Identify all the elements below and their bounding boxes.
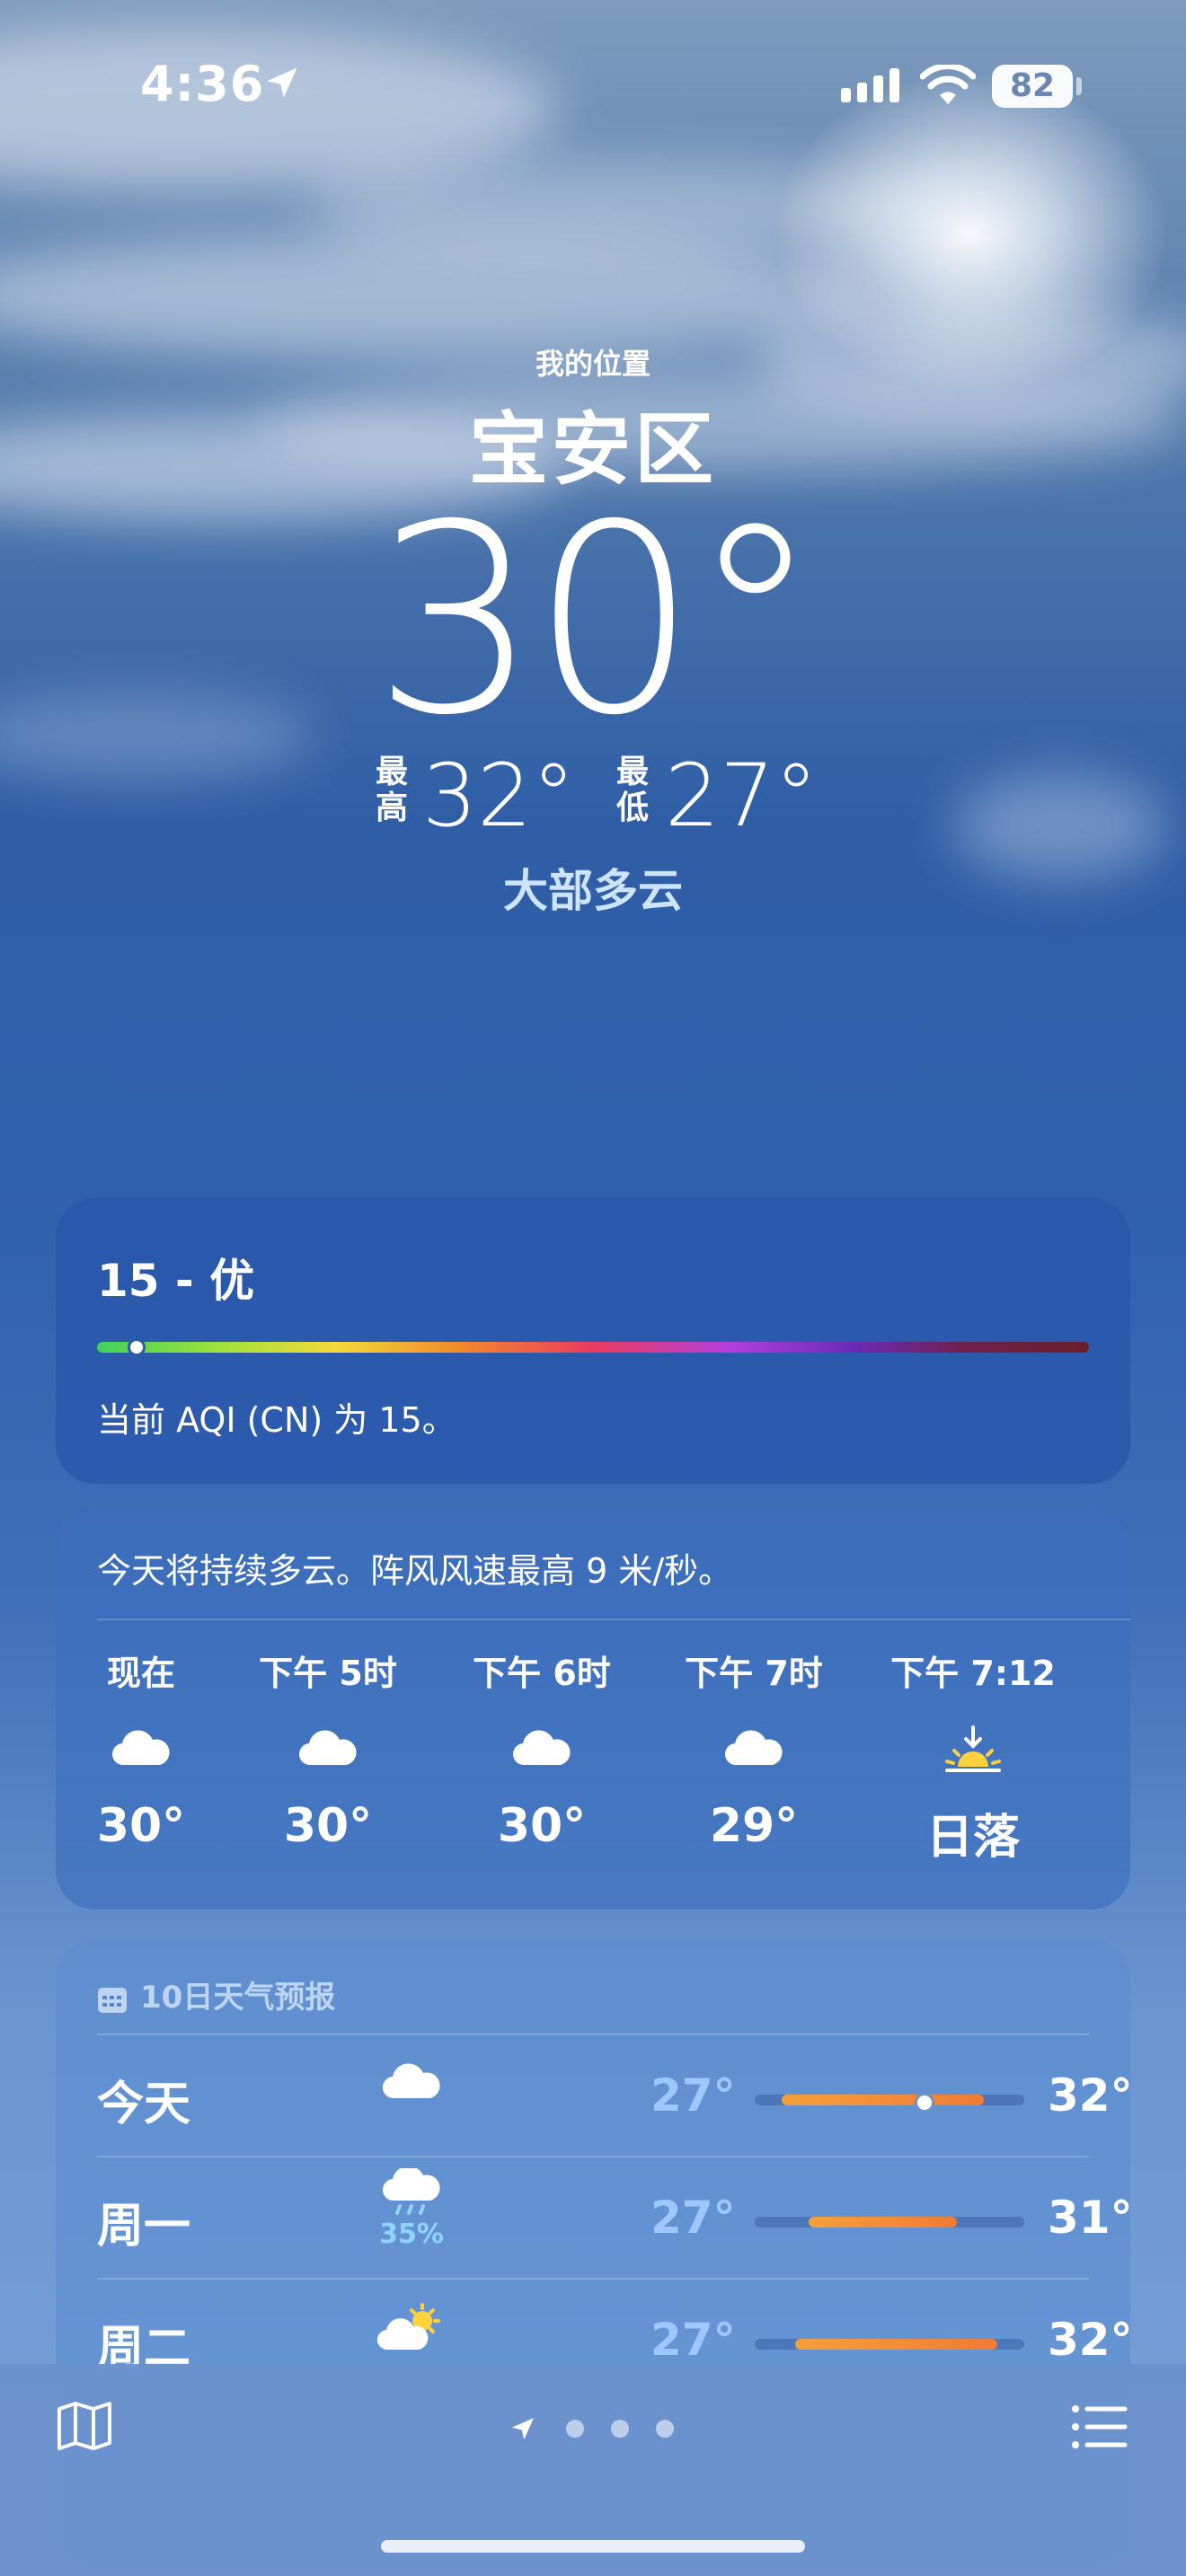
daily-header-label: 10日天气预报 [140,1980,336,2016]
day-high: 31° [1048,2192,1133,2244]
location-page-icon[interactable] [509,2414,537,2443]
high-low: 最高 32° 最低 27° [0,745,1186,846]
hour-item: 下午 7时 29° [668,1645,839,1853]
day-label: 周一 [97,2200,191,2254]
day-high: 32° [1048,2314,1133,2366]
divider [97,2156,1089,2157]
temp-range-track [755,2339,1024,2350]
low-temp: 27° [665,745,819,846]
day-label: 今天 [97,2078,191,2131]
daily-row[interactable]: 今天 27° 32° [97,2033,1133,2156]
hour-label: 下午 6时 [473,1654,611,1693]
aqi-scale-bar [97,1342,1089,1353]
battery-tip [1076,77,1082,95]
hour-item: 现在 30° [56,1645,226,1853]
hour-label: 现在 [106,1654,175,1693]
precip-chance: 35% [379,2219,444,2250]
divider [97,2033,1089,2035]
hour-temp: 30° [283,1799,373,1853]
current-temperature: 30° [372,470,820,772]
list-icon[interactable] [1071,2404,1128,2450]
hour-temp: 30° [96,1799,186,1853]
wifi-icon [920,65,976,104]
daily-header: 10日天气预报 [97,1972,335,2016]
temp-range-track [755,2093,1024,2113]
daily-row[interactable]: 周一 35% 27° 31° [97,2156,1133,2278]
temp-range-fill [795,2339,997,2350]
cloud-icon [724,1730,783,1766]
current-weather: 我的位置 宝安区 30° [0,341,1186,752]
day-low: 27° [651,2192,736,2244]
hour-temp: 30° [497,1799,587,1853]
bottom-toolbar [0,2364,1186,2576]
page-dot[interactable] [656,2420,674,2438]
page-dot[interactable] [566,2420,584,2438]
aqi-card[interactable]: 15 - 优 当前 AQI (CN) 为 15。 [56,1198,1130,1484]
hour-label: 下午 7时 [685,1654,823,1693]
cloud-rain-icon [382,2166,440,2215]
temp-range-fill [782,2095,984,2105]
current-temp-marker [915,2093,934,2113]
sunset-label: 日落 [925,1811,1020,1865]
hour-item: 下午 5时 30° [243,1645,413,1853]
high-label: 最高 [376,754,409,826]
home-indicator[interactable] [381,2540,805,2553]
calendar-icon [98,1987,127,2013]
hour-item: 下午 7:12 日落 [879,1645,1067,1866]
partly-sunny-icon [376,2303,440,2351]
divider [97,1619,1130,1620]
hour-label: 下午 5时 [259,1654,397,1693]
cloud-icon [298,1730,357,1766]
temp-range-fill [809,2217,957,2228]
temp-range-track [755,2217,1024,2228]
my-location-label: 我的位置 [535,347,651,381]
battery-indicator: 82 [992,65,1073,108]
cloud-icon [382,2063,440,2099]
page-dot[interactable] [611,2420,629,2438]
day-low: 27° [651,2314,736,2366]
condition-text: 大部多云 [503,865,683,917]
status-bar: 4:36 82 [0,0,1186,180]
location-arrow-icon [267,67,297,98]
map-icon[interactable] [56,2400,113,2450]
aqi-description: 当前 AQI (CN) 为 15。 [97,1400,456,1440]
hour-temp: 29° [709,1799,799,1853]
hour-item: 下午 6时 30° [456,1645,627,1853]
cellular-signal-icon [841,68,899,102]
hour-label: 下午 7:12 [890,1654,1056,1693]
high-temp: 32° [422,745,576,846]
aqi-title: 15 - 优 [97,1255,255,1307]
hourly-summary: 今天将持续多云。阵风风速最高 9 米/秒。 [97,1551,733,1591]
aqi-indicator [128,1338,146,1356]
cloud-icon [111,1730,170,1766]
day-low: 27° [651,2069,736,2122]
cloud-icon [512,1730,571,1766]
hourly-forecast-card[interactable]: 今天将持续多云。阵风风速最高 9 米/秒。 现在 30° 下午 5时 30° 下… [56,1511,1130,1910]
divider [97,2278,1089,2280]
day-high: 32° [1048,2069,1133,2122]
status-time: 4:36 [140,56,265,112]
sunset-icon [945,1725,1001,1772]
low-label: 最低 [616,754,650,826]
